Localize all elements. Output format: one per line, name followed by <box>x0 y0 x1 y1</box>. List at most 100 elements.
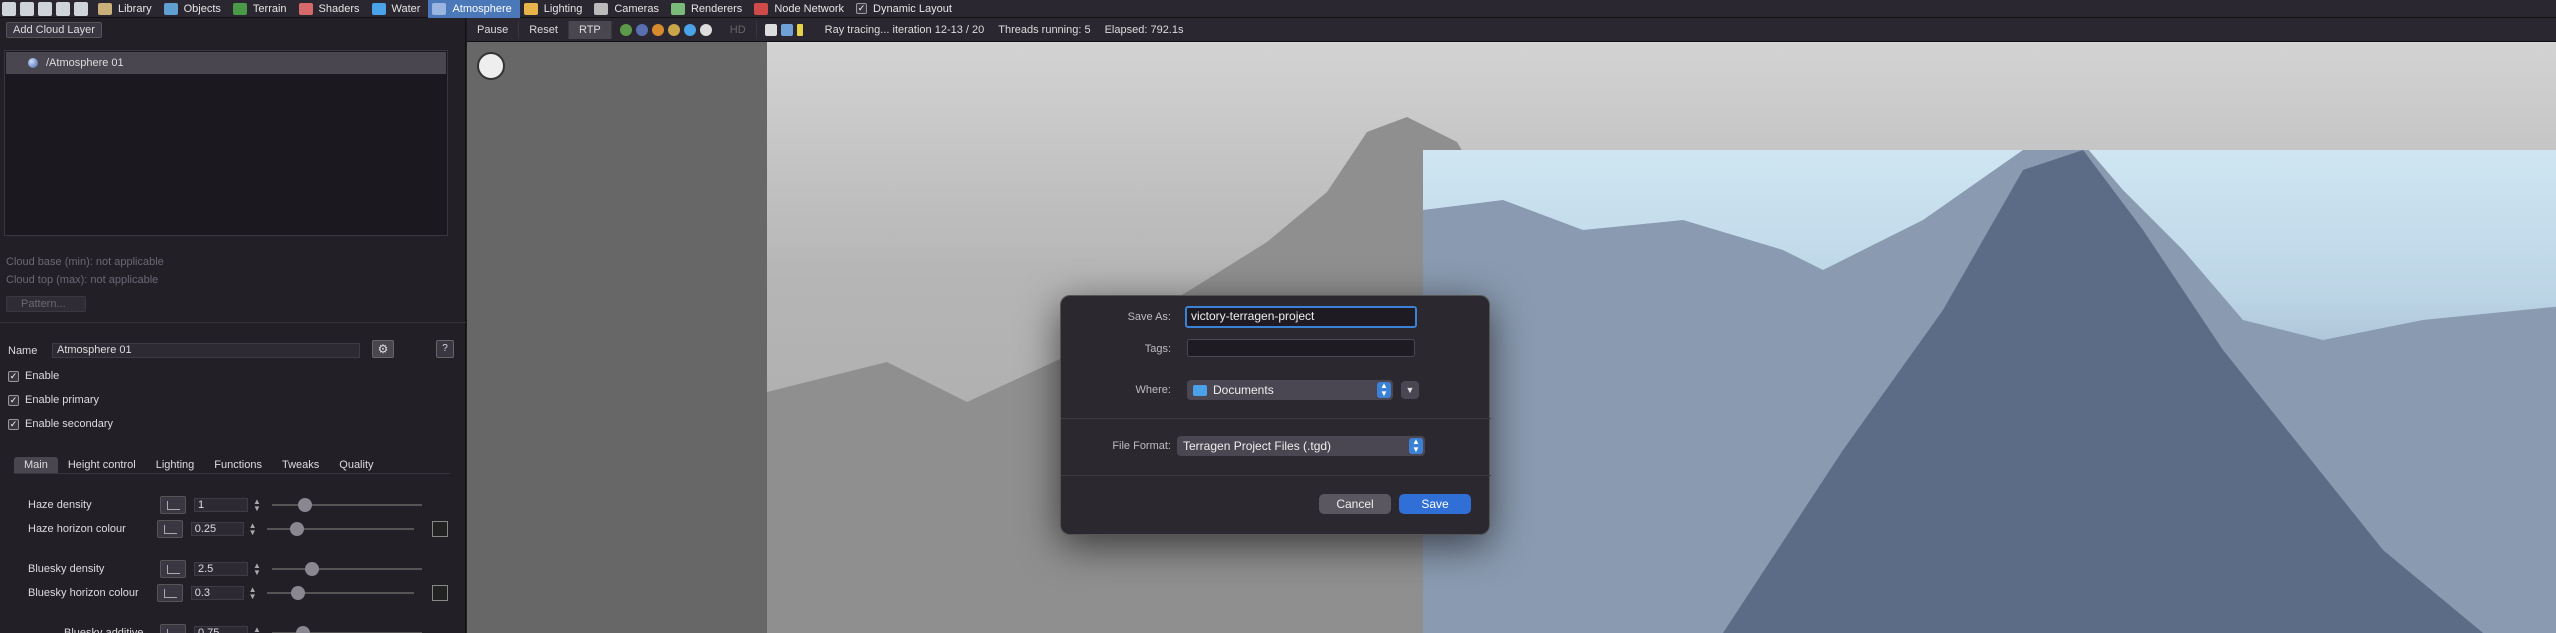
param-slider[interactable] <box>267 586 415 600</box>
atmosphere-globe-icon <box>28 58 38 68</box>
param-row: Bluesky additive 0.75 ▲▼ <box>64 624 484 633</box>
tab-lighting[interactable]: Lighting <box>520 0 591 18</box>
save-file-icon[interactable] <box>38 1 52 16</box>
select-stepper-icon: ▲ ▼ <box>1377 382 1391 398</box>
stepper-icon[interactable]: ▲▼ <box>252 626 262 633</box>
graph-icon[interactable] <box>157 584 183 602</box>
slider-knob[interactable] <box>289 522 304 536</box>
parameter-subtabs: Main Height control Lighting Functions Tweak… <box>14 456 450 474</box>
subtab-tweaks[interactable]: Tweaks <box>272 457 329 473</box>
render-preview <box>767 42 2556 633</box>
new-file-icon[interactable] <box>2 1 16 16</box>
chevron-down-icon: ▼ <box>1405 385 1415 395</box>
slider-knob[interactable] <box>296 626 310 633</box>
panel-splitter[interactable] <box>0 322 466 328</box>
pause-button[interactable]: Pause <box>467 20 520 39</box>
terrain-icon <box>232 2 247 15</box>
name-field[interactable]: Atmosphere 01 <box>52 343 360 358</box>
color-swatch-button[interactable] <box>432 521 448 537</box>
folder-icon <box>1193 384 1207 396</box>
terrain-preview-icon[interactable] <box>619 23 632 36</box>
rtp-button[interactable]: RTP <box>568 20 612 39</box>
param-value-input[interactable]: 0.75 <box>194 626 248 633</box>
water-drops-icon[interactable] <box>780 23 793 36</box>
color-swatch-button[interactable] <box>432 585 448 601</box>
param-value-input[interactable]: 1 <box>194 498 248 512</box>
reset-button[interactable]: Reset <box>519 20 569 39</box>
mountain-frame-render <box>1423 150 2556 633</box>
slider-knob[interactable] <box>291 586 306 600</box>
stepper-icon[interactable]: ▲▼ <box>252 498 262 513</box>
list-item[interactable]: /Atmosphere 01 <box>6 52 446 74</box>
subtab-height-control[interactable]: Height control <box>58 457 146 473</box>
cloud-preview-icon[interactable] <box>635 23 648 36</box>
enable-secondary-checkbox[interactable]: ✓ <box>8 418 19 430</box>
tab-cameras[interactable]: Cameras <box>590 0 667 18</box>
dynamic-layout-toggle[interactable]: ✓ Dynamic Layout <box>852 0 960 18</box>
subtab-lighting[interactable]: Lighting <box>146 457 205 473</box>
save-as-icon[interactable] <box>56 1 70 16</box>
enable-row[interactable]: ✓ Enable <box>8 370 59 382</box>
subtab-quality[interactable]: Quality <box>329 457 383 473</box>
layout-grid-icon[interactable] <box>74 1 88 16</box>
water-preview-icon[interactable] <box>683 23 696 36</box>
render-mode-icons <box>618 23 714 36</box>
help-button[interactable]: ? <box>436 340 454 358</box>
param-value-input[interactable]: 2.5 <box>194 562 248 576</box>
add-cloud-layer-button[interactable]: Add Cloud Layer <box>6 22 102 38</box>
enable-secondary-row[interactable]: ✓ Enable secondary <box>8 418 113 430</box>
tab-objects[interactable]: Objects <box>160 0 229 18</box>
subtab-functions[interactable]: Functions <box>204 457 272 473</box>
param-value-input[interactable]: 0.25 <box>190 522 244 536</box>
tab-node-network[interactable]: Node Network <box>750 0 852 18</box>
param-slider[interactable] <box>267 522 415 536</box>
enable-checkbox[interactable]: ✓ <box>8 370 19 382</box>
name-label: Name <box>8 345 38 357</box>
expand-button[interactable]: ▼ <box>1401 381 1419 399</box>
graph-icon[interactable] <box>157 520 183 538</box>
tab-atmosphere[interactable]: Atmosphere <box>428 0 520 18</box>
save-button[interactable]: Save <box>1399 494 1471 514</box>
tab-library[interactable]: Library <box>94 0 160 18</box>
param-slider[interactable] <box>272 498 422 512</box>
slider-knob[interactable] <box>297 498 312 512</box>
slider-knob[interactable] <box>305 562 319 576</box>
render-toolbar: Pause Reset RTP HD Ray tracing... iterat… <box>467 18 2556 42</box>
brush-icon[interactable] <box>764 23 777 36</box>
save-as-input[interactable]: victory-terragen-project <box>1185 306 1417 328</box>
renderers-icon <box>670 2 685 15</box>
render-viewport[interactable] <box>467 42 2556 633</box>
tab-water[interactable]: Water <box>368 0 429 18</box>
param-value-input[interactable]: 0.3 <box>190 586 244 600</box>
tags-input[interactable] <box>1187 339 1415 357</box>
param-slider[interactable] <box>272 562 422 576</box>
graph-icon[interactable] <box>160 624 186 633</box>
compass-icon[interactable] <box>477 52 505 80</box>
enable-primary-row[interactable]: ✓ Enable primary <box>8 394 99 406</box>
tab-terrain[interactable]: Terrain <box>229 0 295 18</box>
node-settings-button[interactable]: ⚙ <box>372 340 394 358</box>
stepper-icon[interactable]: ▲▼ <box>248 586 258 601</box>
stepper-icon[interactable]: ▲▼ <box>252 562 262 577</box>
where-select[interactable]: Documents ▲ ▼ <box>1187 380 1393 400</box>
tab-label: Atmosphere <box>452 2 512 15</box>
cancel-button[interactable]: Cancel <box>1319 494 1391 514</box>
stepper-icon[interactable]: ▲▼ <box>248 522 258 537</box>
threads-status: Threads running: 5 <box>998 23 1091 36</box>
graph-icon[interactable] <box>160 496 186 514</box>
tab-shaders[interactable]: Shaders <box>295 0 368 18</box>
marker-icon[interactable] <box>796 23 803 36</box>
globe-preview-icon[interactable] <box>699 23 712 36</box>
open-file-icon[interactable] <box>20 1 34 16</box>
file-format-select[interactable]: Terragen Project Files (.tgd) ▲ ▼ <box>1177 436 1425 456</box>
hd-button[interactable]: HD <box>720 20 757 39</box>
pattern-button[interactable]: Pattern... <box>6 296 86 312</box>
graph-icon[interactable] <box>160 560 186 578</box>
tab-renderers[interactable]: Renderers <box>667 0 750 18</box>
tags-label: Tags: <box>1144 343 1171 355</box>
dynamic-layout-checkbox[interactable]: ✓ <box>856 3 868 14</box>
subtab-main[interactable]: Main <box>14 456 58 473</box>
enable-primary-checkbox[interactable]: ✓ <box>8 394 19 406</box>
lamp-preview-icon[interactable] <box>667 23 680 36</box>
sun-preview-icon[interactable] <box>651 23 664 36</box>
